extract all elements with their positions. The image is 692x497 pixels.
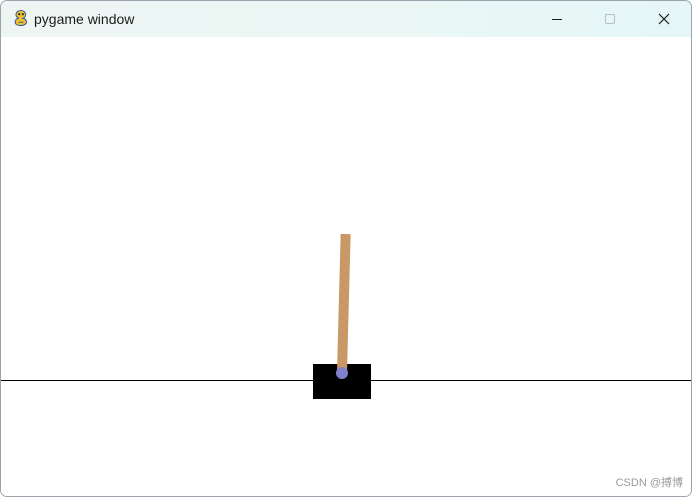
close-icon bbox=[658, 13, 670, 25]
title-bar[interactable]: pygame window bbox=[1, 1, 691, 37]
minimize-button[interactable] bbox=[531, 1, 583, 37]
pole bbox=[337, 233, 351, 374]
pygame-window: pygame window CSDN @搏博 bbox=[0, 0, 692, 497]
watermark-text: CSDN @搏博 bbox=[615, 477, 683, 489]
maximize-button[interactable] bbox=[585, 1, 637, 37]
minimize-icon bbox=[552, 19, 562, 20]
pygame-snake-icon bbox=[14, 9, 27, 27]
window-title: pygame window bbox=[34, 11, 135, 27]
axle bbox=[336, 367, 348, 379]
close-button[interactable] bbox=[638, 1, 690, 37]
maximize-icon bbox=[605, 14, 615, 24]
pole-layer bbox=[336, 233, 351, 379]
pole-group bbox=[337, 233, 351, 374]
cartpole-scene: CSDN @搏博 bbox=[1, 37, 691, 496]
